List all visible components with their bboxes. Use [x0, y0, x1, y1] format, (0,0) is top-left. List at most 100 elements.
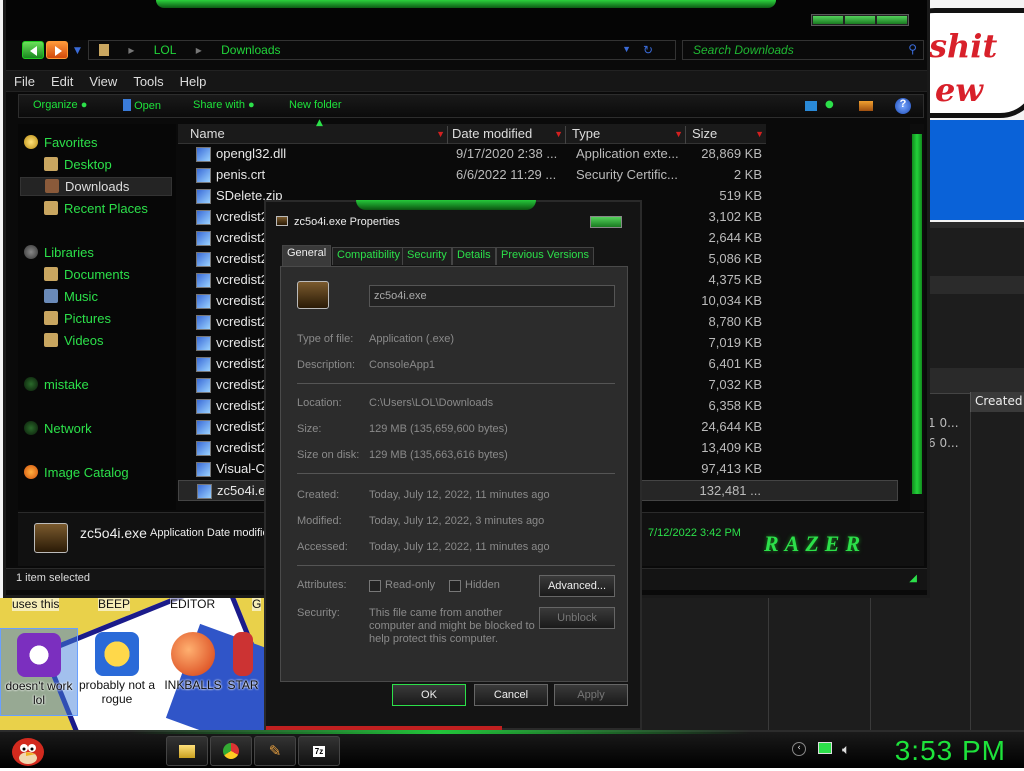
desktop-icon	[44, 157, 58, 171]
nav-mistake[interactable]: mistake	[24, 376, 172, 395]
maximize-button[interactable]	[845, 16, 875, 24]
help-icon[interactable]: ?	[895, 98, 911, 114]
readonly-checkbox[interactable]	[369, 580, 381, 592]
desktop-icon-rogue[interactable]: probably not a rogue	[78, 632, 156, 706]
readonly-label[interactable]: Read-only	[385, 579, 435, 591]
view-options-icon[interactable]	[805, 101, 817, 111]
network-icon[interactable]	[818, 742, 832, 754]
back-icon[interactable]: ‹	[792, 742, 806, 756]
address-dropdown-icon[interactable]: ▼	[622, 44, 631, 54]
back-button[interactable]	[22, 41, 44, 59]
background-window-blue	[930, 120, 1024, 220]
tab-previous-versions[interactable]: Previous Versions	[496, 247, 595, 265]
file-row[interactable]: opengl32.dll 9/17/2020 2:38 ... Applicatio…	[178, 144, 898, 165]
menu-file[interactable]: File	[6, 71, 43, 89]
navigation-pane: Favorites Desktop Downloads Recent Place…	[18, 124, 176, 510]
column-type[interactable]: Type ▼	[572, 126, 686, 144]
tab-security[interactable]: Security	[402, 247, 452, 265]
details-info: Application Date modified	[150, 527, 275, 539]
minimize-button[interactable]	[813, 16, 843, 24]
tab-compatibility[interactable]: Compatibility	[332, 247, 405, 265]
breadcrumb-downloads[interactable]: Downloads	[221, 43, 280, 57]
advanced-button[interactable]: Advanced...	[539, 575, 615, 597]
close-button[interactable]	[590, 216, 622, 228]
open-button[interactable]: Open	[123, 99, 161, 112]
nav-favorites[interactable]: Favorites	[24, 134, 172, 153]
file-size: 13,409 KB	[701, 440, 762, 455]
nav-downloads[interactable]: Downloads	[20, 177, 172, 196]
share-with-button[interactable]: Share with ●	[193, 99, 255, 111]
file-icon	[196, 378, 211, 393]
security-label: Security:	[297, 607, 340, 619]
7zip-icon: 7z	[312, 745, 326, 757]
menu-view[interactable]: View	[81, 71, 125, 89]
taskbar-explorer[interactable]	[166, 736, 208, 766]
column-date-modified[interactable]: Date modified ▼	[452, 126, 566, 144]
nav-videos[interactable]: Videos	[44, 332, 172, 351]
vertical-scrollbar[interactable]	[910, 124, 924, 510]
volume-icon[interactable]: 🔈︎	[842, 742, 850, 758]
hidden-label[interactable]: Hidden	[465, 579, 500, 591]
nav-desktop[interactable]: Desktop	[44, 156, 172, 175]
view-dropdown-icon[interactable]: ●	[825, 99, 834, 110]
column-name[interactable]: Name ▼	[190, 126, 448, 144]
library-icon	[24, 245, 38, 259]
apply-button[interactable]: Apply	[554, 684, 628, 706]
resize-grip-icon[interactable]: ◢	[909, 573, 917, 584]
desktop-icon-yahoo[interactable]: doesn't work lol	[0, 628, 78, 716]
file-icon	[196, 231, 211, 246]
forward-button[interactable]	[46, 41, 68, 59]
menu-help[interactable]: Help	[172, 71, 215, 89]
unblock-button[interactable]: Unblock	[539, 607, 615, 629]
file-size: 2,644 KB	[708, 230, 763, 245]
taskbar-paint[interactable]: ✎	[254, 736, 296, 766]
properties-dialog: zc5o4i.exe Properties General Compatibil…	[264, 200, 642, 730]
nav-recent-places[interactable]: Recent Places	[44, 200, 172, 219]
recent-pages-dropdown[interactable]: ▼	[74, 46, 81, 56]
filename-field[interactable]: zc5o4i.exe	[369, 285, 615, 307]
nav-libraries[interactable]: Libraries	[24, 244, 172, 263]
organize-button[interactable]: Organize ●	[33, 99, 87, 111]
cancel-button[interactable]: Cancel	[474, 684, 548, 706]
clock[interactable]: 3:53 PM	[895, 735, 1006, 767]
menu-tools[interactable]: Tools	[125, 71, 171, 89]
search-input[interactable]: Search Downloads ⚲	[682, 40, 924, 60]
taskbar-7zip[interactable]: 7z	[298, 736, 340, 766]
tab-general[interactable]: General	[282, 245, 332, 266]
size-label: Size:	[297, 423, 322, 435]
nav-network[interactable]: Network	[24, 420, 172, 439]
refresh-icon[interactable]: ↻	[643, 43, 653, 57]
nav-pictures[interactable]: Pictures	[44, 310, 172, 329]
created-column-header[interactable]: Created	[970, 392, 1024, 412]
preview-pane-icon[interactable]	[859, 101, 873, 111]
new-folder-button[interactable]: New folder	[289, 99, 342, 111]
nav-image-catalog[interactable]: Image Catalog	[24, 464, 172, 483]
navigation-bar: ▼ ▸ LOL ▸ Downloads ▼ ↻ Search Downloads…	[18, 40, 926, 64]
file-size: 6,401 KB	[708, 356, 763, 371]
menu-edit[interactable]: Edit	[43, 71, 81, 89]
background-cell: 6 0...	[928, 436, 959, 450]
desktop-icon-inkballs[interactable]: INKBALLS	[154, 632, 232, 692]
scrollbar-thumb[interactable]	[912, 134, 922, 494]
file-size: 28,869 KB	[701, 146, 762, 161]
ok-button[interactable]: OK	[392, 684, 466, 706]
taskbar-chrome[interactable]	[210, 736, 252, 766]
file-name: opengl32.dll	[216, 146, 287, 161]
file-icon	[197, 484, 212, 499]
hidden-checkbox[interactable]	[449, 580, 461, 592]
address-bar[interactable]: ▸ LOL ▸ Downloads ▼ ↻	[88, 40, 676, 60]
nav-documents[interactable]: Documents	[44, 266, 172, 285]
file-icon	[196, 189, 211, 204]
tab-details[interactable]: Details	[452, 247, 496, 265]
search-icon[interactable]: ⚲	[908, 42, 917, 56]
window-controls[interactable]	[811, 14, 909, 26]
start-button[interactable]	[6, 728, 50, 768]
breadcrumb-lol[interactable]: LOL	[154, 43, 177, 57]
close-button[interactable]	[877, 16, 907, 24]
column-size[interactable]: Size ▼	[692, 126, 766, 144]
bubble-text-2: ew	[935, 71, 983, 109]
nav-music[interactable]: Music	[44, 288, 172, 307]
file-row[interactable]: penis.crt 6/6/2022 11:29 ... Security Cert…	[178, 165, 898, 186]
background-cell: 1 0...	[928, 416, 959, 430]
desktop-icon-star[interactable]: STAR	[222, 632, 264, 692]
